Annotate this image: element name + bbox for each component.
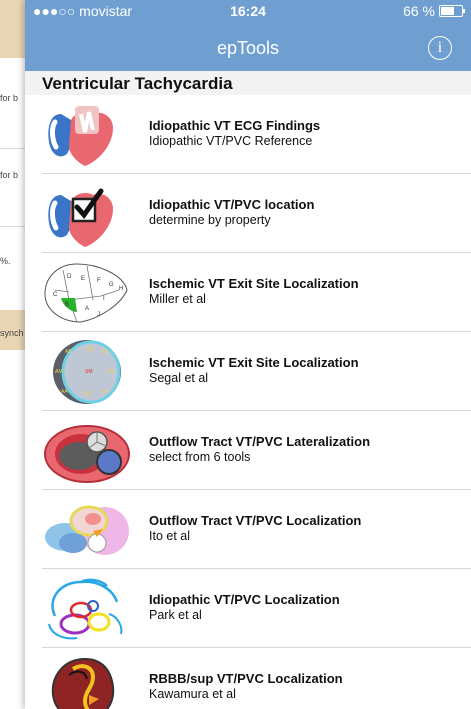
region-label: B [65,302,69,308]
item-title: Ischemic VT Exit Site Localization [149,355,359,370]
region-label: A [85,306,89,312]
item-subtitle: Miller et al [149,292,206,306]
item-subtitle: Kawamura et al [149,687,236,701]
item-subtitle: Idiopathic VT/PVC Reference [149,134,313,148]
eptools-screen: ●●●○○ movistar 16:24 66 % epTools i Vent… [25,0,471,709]
background-divider [0,226,25,227]
region-label: G [109,282,114,288]
item-subtitle: Park et al [149,608,202,622]
status-bar: ●●●○○ movistar 16:24 66 % [25,3,471,21]
battery-indicator: 66 % [403,3,465,19]
park-map-icon [48,578,123,640]
item-subtitle: select from 6 tools [149,450,251,464]
list-item-ischemic-vt-segal[interactable]: AB SB IB AM SM PM AA SA IA Ischemic VT E… [25,332,471,411]
section-title: Ventricular Tachycardia [42,74,233,93]
list-item-rbbb-vt-kawamura[interactable]: RBBB/sup VT/PVC Localization Kawamura et… [25,648,471,709]
region-label: IA [103,389,108,395]
item-title: RBBB/sup VT/PVC Localization [149,671,343,686]
navigation-bar: ●●●○○ movistar 16:24 66 % epTools i [25,0,471,71]
item-title: Ischemic VT Exit Site Localization [149,276,359,291]
item-title: Outflow Tract VT/PVC Lateralization [149,434,371,449]
region-label: AB [65,349,72,355]
background-band [0,0,25,58]
region-label: C [53,292,58,298]
item-title: Outflow Tract VT/PVC Localization [149,513,362,528]
region-label: H [119,286,123,292]
section-header: Ventricular Tachycardia [25,71,471,95]
region-label: E [81,276,85,282]
item-subtitle: determine by property [149,213,271,227]
region-label: SA [83,391,90,397]
item-subtitle: Segal et al [149,371,209,385]
list-item-outflow-localization[interactable]: Outflow Tract VT/PVC Localization Ito et… [25,490,471,569]
region-label: PM [107,369,115,375]
rbbb-heart-icon [51,657,115,709]
region-label: D [67,274,72,280]
page-title: epTools [216,38,280,58]
background-snippet: for b [0,170,19,180]
list-item-outflow-lateralization[interactable]: Outflow Tract VT/PVC Lateralization sele… [25,411,471,490]
miller-map-icon: D E F G H C I B A J [44,263,128,323]
info-icon[interactable]: i [428,36,452,60]
battery-icon [439,5,465,17]
outflow-local-icon [45,505,129,555]
background-snippet: for b [0,93,19,103]
heart-check-icon [48,188,113,247]
heart-ecg-icon [48,106,113,166]
item-title: Idiopathic VT ECG Findings [149,118,321,133]
region-label: F [97,278,101,284]
list-item-ischemic-vt-miller[interactable]: D E F G H C I B A J Ischemic VT Exit Sit… [25,253,471,332]
background-snippet: synch [0,328,24,338]
item-title: Idiopathic VT/PVC location [149,197,315,212]
list-item-idiopathic-vt-ecg[interactable]: Idiopathic VT ECG Findings Idiopathic VT… [25,95,471,174]
list-item-idiopathic-vt-location[interactable]: Idiopathic VT/PVC location determine by … [25,174,471,253]
region-label: J [97,312,100,318]
item-title: Idiopathic VT/PVC Localization [149,592,340,607]
region-label: IB [103,349,108,355]
item-subtitle: Ito et al [149,529,190,543]
outflow-lateral-icon [44,425,130,483]
background-app-panel: for b for b %. synch [0,0,25,709]
background-divider [0,148,25,149]
region-label: AA [61,389,68,395]
battery-percent: 66 % [403,3,435,19]
region-label: SM [85,369,93,375]
list-item-idiopathic-vt-park[interactable]: Idiopathic VT/PVC Localization Park et a… [25,569,471,648]
background-snippet: %. [0,256,11,266]
region-label: AM [55,369,63,375]
segal-map-icon: AB SB IB AM SM PM AA SA IA [53,340,121,404]
region-label: SB [87,347,94,353]
